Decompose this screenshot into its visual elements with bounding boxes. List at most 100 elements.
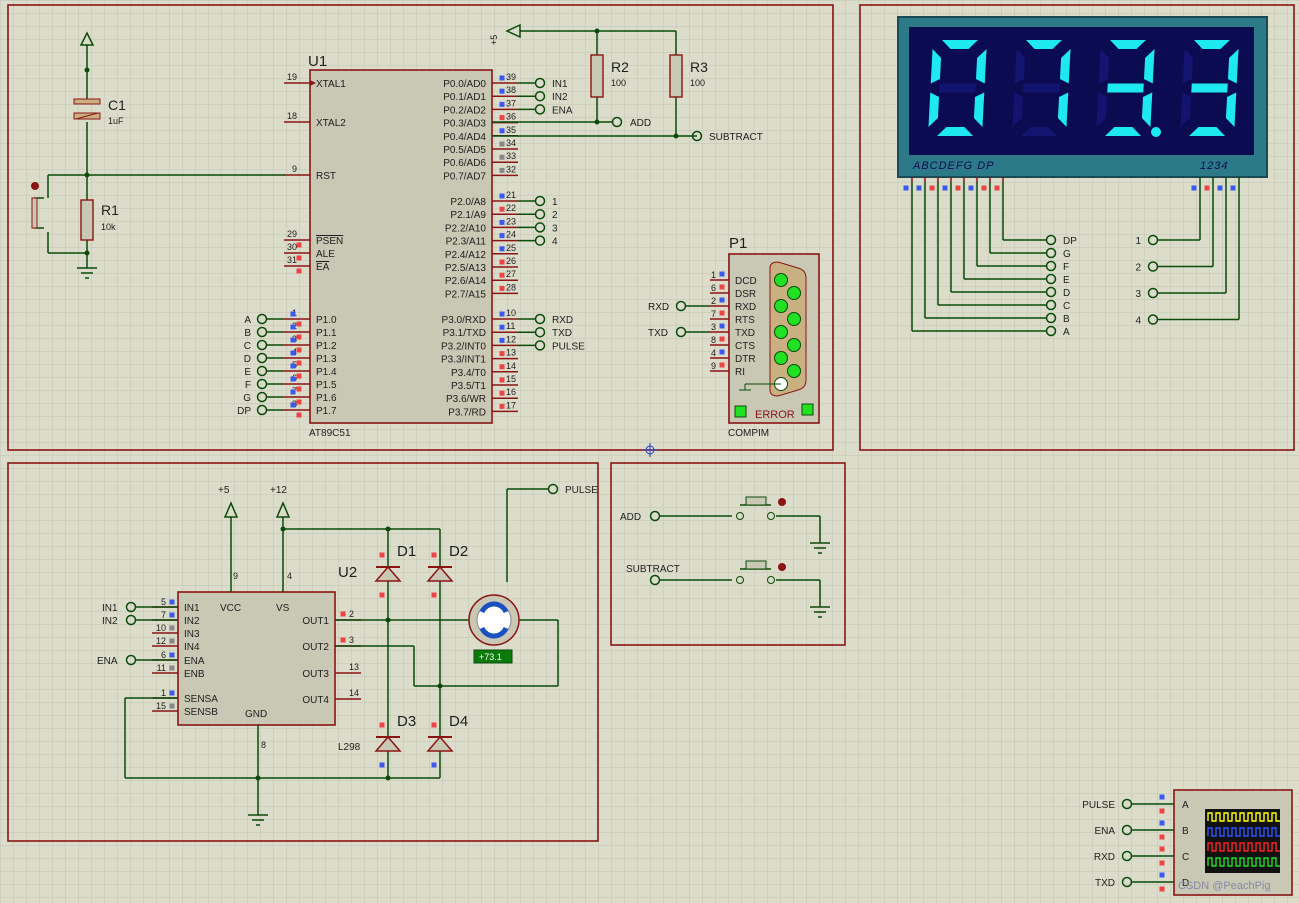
button-actuator-icon[interactable] (31, 182, 39, 190)
net-label: 2 (1135, 263, 1141, 274)
net-label: TXD (552, 328, 572, 339)
driver-ref: U2 (338, 564, 357, 581)
pin-name: P3.0/RXD (442, 315, 486, 326)
decimal-point-icon (1151, 127, 1161, 137)
scope-channel-label: C (1182, 852, 1189, 863)
pin-name: P2.7/A15 (445, 289, 487, 300)
pin-name: ENB (184, 669, 205, 680)
pin-state-icon (499, 364, 505, 370)
pin-name: IN4 (184, 642, 200, 653)
pin-state-icon (499, 285, 505, 291)
pin-number: 2 (349, 609, 354, 619)
pin-state-icon (290, 363, 296, 369)
pin-state-icon (169, 638, 175, 644)
compim-txd-label: TXD (648, 328, 668, 339)
net-label: IN1 (552, 79, 568, 90)
pin-name: P3.1/TXD (443, 328, 486, 339)
dc-motor[interactable]: +73.1 (468, 594, 520, 664)
r3-value: 100 (690, 78, 705, 88)
r2-ref: R2 (611, 59, 629, 75)
pin-number: 17 (506, 400, 516, 410)
pin-name: RTS (735, 315, 755, 326)
pin-number: 7 (161, 610, 166, 620)
pin-state-icon (169, 703, 175, 709)
pin-number: 14 (506, 361, 516, 371)
status-led-right (801, 403, 814, 416)
pin-number: 16 (506, 387, 516, 397)
driver-vcc-pin: VCC (220, 603, 241, 614)
pin-state-icon (169, 665, 175, 671)
pin-state-icon (379, 762, 385, 768)
net-label: G (243, 393, 251, 404)
pin-number: 29 (287, 229, 297, 239)
pin-state-icon (296, 334, 302, 340)
net-label: B (1063, 314, 1070, 325)
button-actuator-icon[interactable] (778, 563, 786, 571)
pin-state-icon (916, 185, 922, 191)
pin-state-icon (499, 390, 505, 396)
pin-name: ALE (316, 249, 335, 260)
pin-state-icon (1159, 886, 1165, 892)
pin-name: OUT1 (302, 616, 329, 627)
pin-state-icon (340, 637, 346, 643)
pin-state-icon (499, 75, 505, 81)
pin-state-icon (296, 373, 302, 379)
pin-name: EA (316, 262, 330, 273)
seven-segment-display[interactable]: ABCDEFG DP 1234 (897, 16, 1268, 178)
digit-header: 1234 (1200, 160, 1228, 172)
pin-name: P0.2/AD2 (443, 105, 486, 116)
pin-name: P2.4/A12 (445, 250, 487, 261)
pin-state-icon (290, 337, 296, 343)
pin-state-icon (296, 360, 302, 366)
driver-u2[interactable]: U2 L298 VCC VS GND 9 4 8 5IN17IN210IN312… (152, 564, 361, 753)
motor-readout: +73.1 (479, 652, 502, 662)
segment-g (1191, 83, 1228, 93)
pin-name: P1.0 (316, 315, 337, 326)
pin-state-icon (379, 552, 385, 558)
net-label: G (1063, 249, 1071, 260)
pin-name: RI (735, 367, 745, 378)
button-actuator-icon[interactable] (778, 498, 786, 506)
button-body[interactable] (31, 197, 38, 229)
net-label: DP (1063, 236, 1077, 247)
net-label: DP (237, 406, 251, 417)
pin-state-icon (296, 255, 302, 261)
pin-state-icon (379, 722, 385, 728)
net-label: PULSE (552, 341, 585, 352)
r3-ref: R3 (690, 59, 708, 75)
pin-state-icon (499, 115, 505, 121)
pin-number: 4 (711, 348, 716, 358)
pin-led-icon (787, 286, 801, 300)
pin-number: 25 (506, 243, 516, 253)
pin-state-icon (981, 185, 987, 191)
pin-state-icon (929, 185, 935, 191)
pin-number: 26 (506, 256, 516, 266)
segment-g (939, 83, 976, 93)
pin-name: P1.5 (316, 380, 337, 391)
pin-name: XTAL2 (316, 118, 346, 129)
net-label: E (1063, 275, 1070, 286)
scope-input-net: PULSE (1082, 800, 1115, 811)
pin-state-icon (169, 652, 175, 658)
compim-rxd-label: RXD (648, 302, 669, 313)
pin-state-icon (499, 377, 505, 383)
switch-cap[interactable] (745, 496, 767, 506)
pin-state-icon (296, 268, 302, 274)
pin-number: 36 (506, 112, 516, 122)
pin-number: 1 (161, 688, 166, 698)
capacitor-plate (73, 98, 101, 105)
pin-name: OUT4 (302, 695, 329, 706)
pin-name: P2.0/A8 (450, 197, 486, 208)
scope-input-net: RXD (1094, 852, 1115, 863)
status-led-left (734, 405, 747, 418)
pin-state-icon (169, 612, 175, 618)
pin-name: P0.5/AD5 (443, 145, 486, 156)
pin-state-icon (1159, 808, 1165, 814)
pin-number: 13 (349, 662, 359, 672)
mcu-u1[interactable]: U1 AT89C51 19 XTAL1 18 XTAL2 9 RST 29 PSEN 30 ALE… (284, 53, 518, 439)
pin-name: P3.2/INT0 (441, 341, 486, 352)
driver-pin9: 9 (233, 571, 238, 581)
pin-name: P0.6/AD6 (443, 158, 486, 169)
switch-cap[interactable] (745, 560, 767, 570)
compim-error-label: ERROR (755, 409, 795, 421)
